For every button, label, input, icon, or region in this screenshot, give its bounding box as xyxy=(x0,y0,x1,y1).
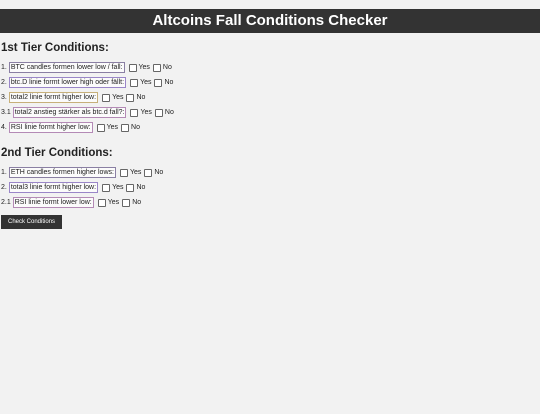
tier2-title: 2nd Tier Conditions: xyxy=(1,147,113,159)
condition-number: 1. xyxy=(1,169,7,176)
condition-label: total2 anstieg stärker als btc.d fall?: xyxy=(12,107,127,118)
condition-label: btc.D linie formt lower high oder fällt: xyxy=(8,77,127,88)
condition-number: 3. xyxy=(1,94,7,101)
condition-number: 2.1 xyxy=(1,199,11,206)
page-header: Altcoins Fall Conditions Checker xyxy=(0,9,540,33)
condition-number: 2. xyxy=(1,79,7,86)
condition-row: 2.1 RSI linie formt lower low: Yes No xyxy=(1,195,539,210)
yes-label: Yes xyxy=(112,184,124,191)
condition-number: 3.1 xyxy=(1,109,11,116)
no-checkbox[interactable] xyxy=(144,168,153,177)
yes-checkbox[interactable] xyxy=(128,63,137,72)
condition-label: total2 linie formt higher low: xyxy=(8,92,99,103)
condition-label: BTC candles formen lower low / fall: xyxy=(8,62,125,73)
condition-number: 1. xyxy=(1,64,7,71)
no-checkbox[interactable] xyxy=(126,183,135,192)
condition-label: total3 linie formt higher low: xyxy=(8,182,99,193)
yes-checkbox[interactable] xyxy=(102,183,111,192)
condition-row: 2. total3 linie formt higher low: Yes No xyxy=(1,180,539,195)
yes-label: Yes xyxy=(107,199,120,206)
no-label: No xyxy=(131,124,140,131)
no-checkbox[interactable] xyxy=(121,123,130,132)
main-content: 1st Tier Conditions: 1. BTC candles form… xyxy=(0,42,540,229)
no-checkbox[interactable] xyxy=(154,78,163,87)
condition-row: 2. btc.D linie formt lower high oder fäl… xyxy=(1,75,539,90)
yes-label: Yes xyxy=(129,169,142,176)
condition-label: RSI linie formt lower low: xyxy=(12,197,94,208)
condition-row: 1. ETH candles formen higher lows: Yes N… xyxy=(1,165,539,180)
no-checkbox[interactable] xyxy=(154,108,163,117)
no-checkbox[interactable] xyxy=(122,198,131,207)
yes-checkbox[interactable] xyxy=(102,93,111,102)
no-label: No xyxy=(136,94,146,101)
yes-checkbox[interactable] xyxy=(97,198,106,207)
no-label: No xyxy=(132,199,142,206)
check-conditions-button[interactable]: Check Conditions xyxy=(1,215,63,229)
page-title: Altcoins Fall Conditions Checker xyxy=(152,12,388,29)
yes-label: Yes xyxy=(138,64,150,71)
condition-row: 1. BTC candles formen lower low / fall: … xyxy=(1,60,539,75)
condition-label: ETH candles formen higher lows: xyxy=(8,167,116,178)
yes-checkbox[interactable] xyxy=(119,168,128,177)
condition-row: 3. total2 linie formt higher low: Yes No xyxy=(1,90,539,105)
condition-label: RSI linie formt higher low: xyxy=(8,122,93,133)
yes-label: Yes xyxy=(106,124,119,131)
tier1-title: 1st Tier Conditions: xyxy=(1,42,109,54)
no-label: No xyxy=(164,79,174,86)
no-checkbox[interactable] xyxy=(126,93,135,102)
no-label: No xyxy=(136,184,146,191)
condition-number: 2. xyxy=(1,184,7,191)
no-label: No xyxy=(154,169,164,176)
condition-row: 4. RSI linie formt higher low: Yes No xyxy=(1,120,539,135)
yes-label: Yes xyxy=(112,94,124,101)
condition-number: 4. xyxy=(1,124,7,131)
condition-row: 3.1 total2 anstieg stärker als btc.d fal… xyxy=(1,105,539,120)
yes-checkbox[interactable] xyxy=(130,108,139,117)
no-label: No xyxy=(162,64,172,71)
yes-checkbox[interactable] xyxy=(96,123,105,132)
no-label: No xyxy=(164,109,174,116)
yes-label: Yes xyxy=(140,79,152,86)
no-checkbox[interactable] xyxy=(152,63,161,72)
yes-label: Yes xyxy=(140,109,152,116)
yes-checkbox[interactable] xyxy=(130,78,139,87)
